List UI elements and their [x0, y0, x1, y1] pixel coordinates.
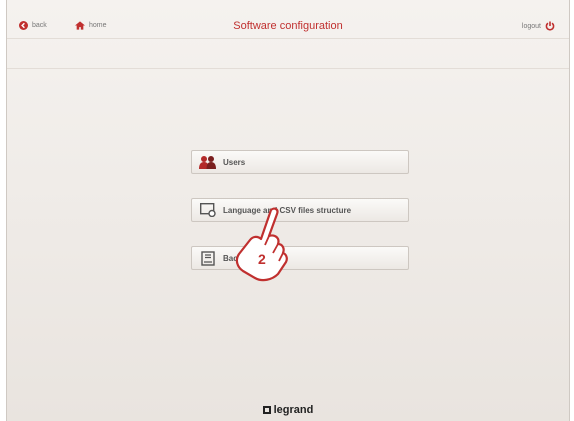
backup-icon — [199, 250, 217, 266]
brand-text: legrand — [273, 404, 314, 416]
logo-mark-icon — [262, 406, 271, 414]
content-divider — [7, 68, 569, 69]
backup-restore-button[interactable]: Backup/restore — [191, 246, 409, 270]
page-title: Software configuration — [233, 20, 343, 32]
step-number: 2 — [258, 251, 266, 267]
header-divider — [7, 38, 569, 39]
logout-button[interactable]: logout — [522, 21, 555, 31]
users-icon — [199, 154, 217, 170]
language-csv-icon — [199, 202, 217, 218]
users-button[interactable]: Users — [191, 150, 409, 174]
language-csv-button[interactable]: Language and CSV files structure — [191, 198, 409, 222]
logout-label: logout — [521, 22, 541, 30]
legrand-logo: legrand — [7, 404, 569, 416]
users-label: Users — [223, 157, 246, 167]
pointing-hand-icon: 2 — [235, 207, 288, 282]
power-icon — [545, 21, 555, 31]
pointing-hand-callout: 2 — [228, 204, 298, 284]
